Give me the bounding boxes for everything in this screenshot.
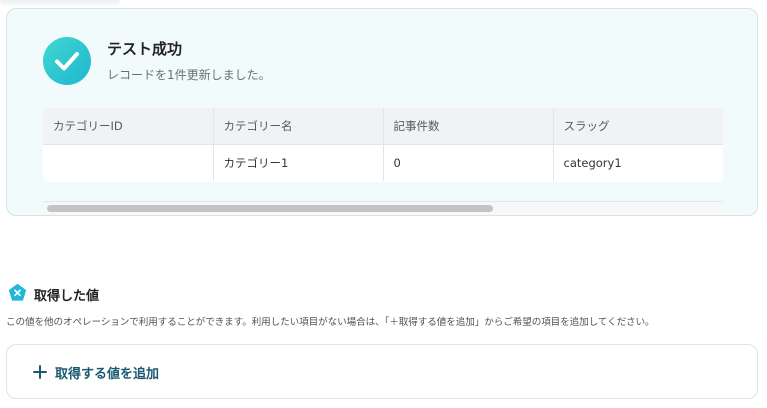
acquired-values-title: 取得した値 <box>34 289 100 304</box>
add-value-box: 取得する値を追加 <box>6 344 758 399</box>
column-header: カテゴリー名 <box>213 108 384 145</box>
pentagon-x-icon <box>8 283 27 301</box>
column-header: カテゴリーID <box>43 108 214 145</box>
scrollbar-thumb[interactable] <box>47 205 493 212</box>
table-cell: category1 <box>553 144 723 181</box>
table-cell <box>43 144 214 181</box>
check-circle-icon <box>43 37 91 85</box>
test-result-panel: テスト成功 レコードを1件更新しました。 カテゴリーID カテゴリー名 記事件数… <box>6 8 758 216</box>
horizontal-scrollbar[interactable] <box>43 201 723 215</box>
result-table: カテゴリーID カテゴリー名 記事件数 スラッグ カテゴリー1 0 catego… <box>43 108 723 182</box>
result-subtitle: レコードを1件更新しました。 <box>107 68 271 82</box>
plus-icon <box>33 365 47 379</box>
table-cell: カテゴリー1 <box>213 144 384 181</box>
table-row: カテゴリー1 0 category1 <box>43 144 723 181</box>
column-header: 記事件数 <box>383 108 554 145</box>
table-cell: 0 <box>383 144 554 181</box>
add-value-button[interactable]: 取得する値を追加 <box>33 362 159 382</box>
table-header-row: カテゴリーID カテゴリー名 記事件数 スラッグ <box>43 108 723 145</box>
result-title: テスト成功 <box>107 40 183 58</box>
column-header: スラッグ <box>553 108 723 145</box>
top-card-shadow <box>0 0 120 8</box>
acquired-values-description: この値を他のオペレーションで利用することができます。利用したい項目がない場合は、… <box>6 317 655 328</box>
add-value-label: 取得する値を追加 <box>55 366 160 382</box>
